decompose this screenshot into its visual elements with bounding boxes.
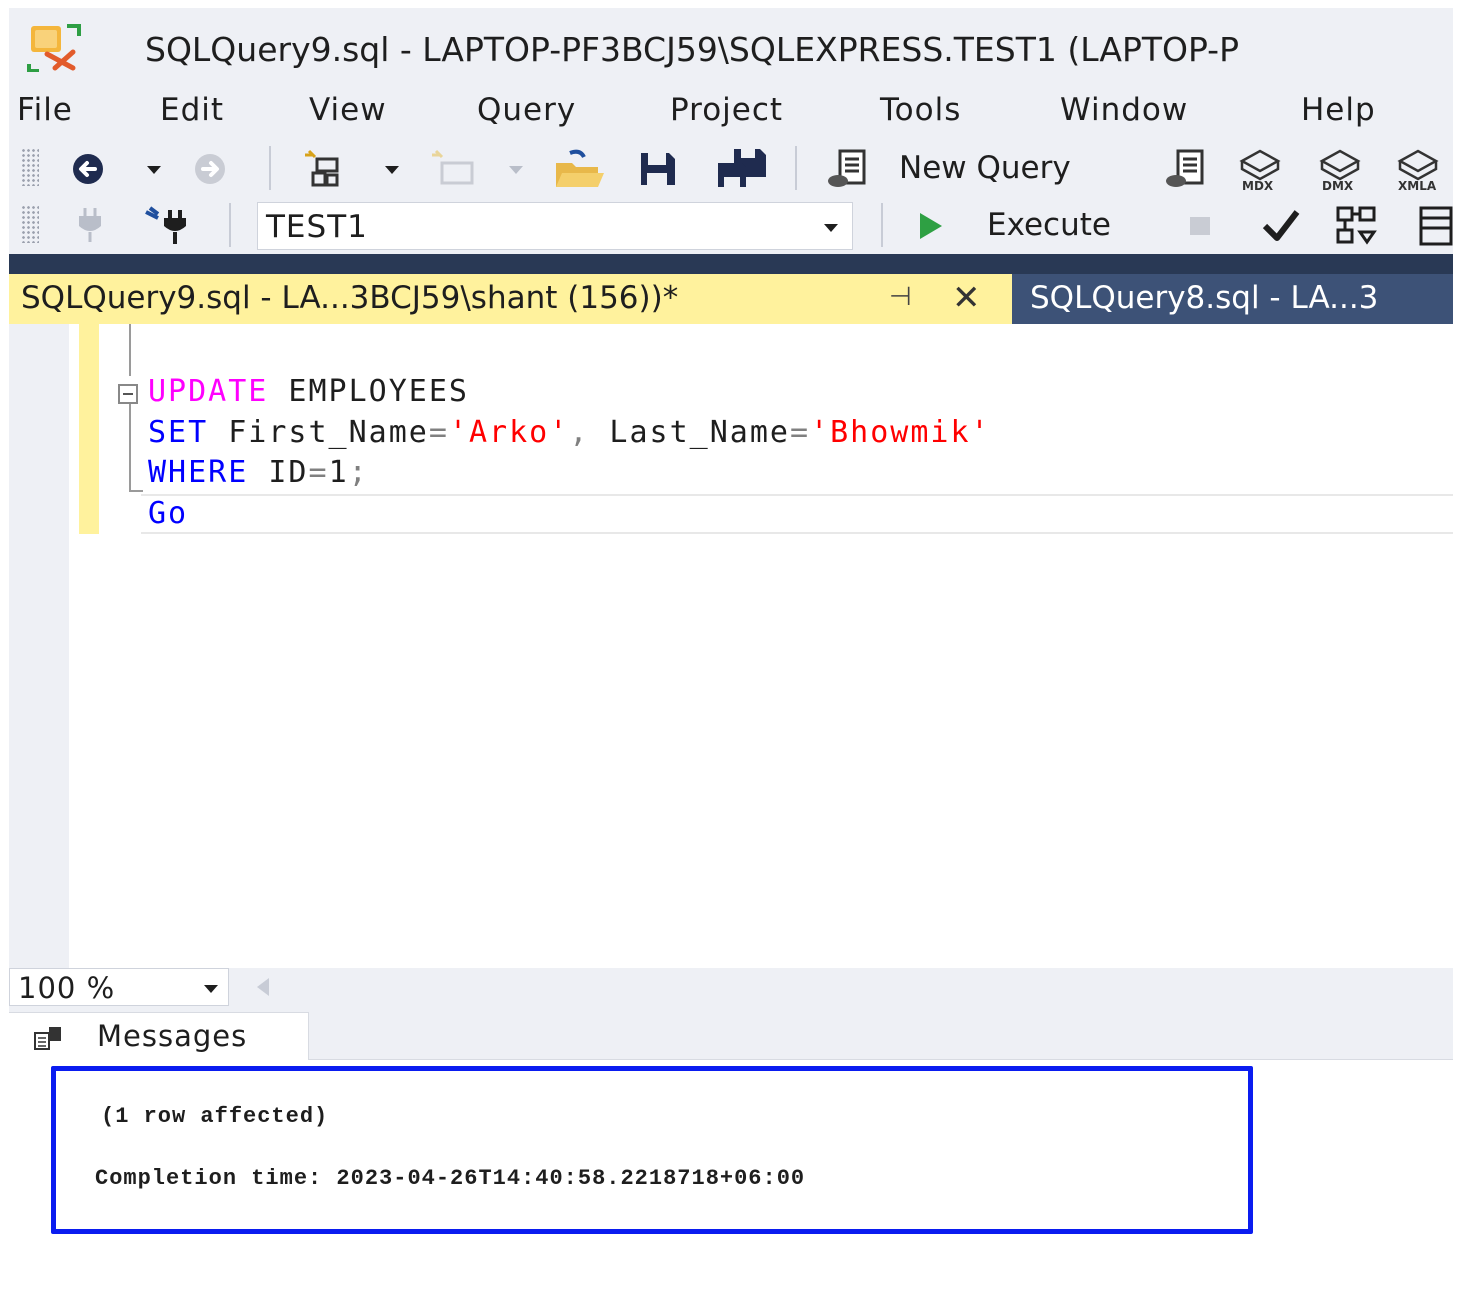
results-tab-bar: Messages [9, 1006, 1453, 1060]
toolbar-grip[interactable] [21, 148, 39, 186]
query-options-icon[interactable] [1413, 203, 1453, 249]
outline-guide [129, 324, 131, 376]
messages-tab-label: Messages [97, 1019, 248, 1053]
toolbar-grip[interactable] [21, 205, 39, 243]
add-item-icon[interactable] [429, 148, 477, 190]
new-project-icon[interactable] [301, 148, 345, 190]
selected-database: TEST1 [266, 209, 368, 245]
document-well-header [9, 254, 1453, 274]
mdx-query-icon[interactable]: MDX [1235, 146, 1285, 192]
tab-messages[interactable]: Messages [9, 1012, 309, 1060]
zoom-level: 100 % [18, 971, 116, 1005]
operator: , [569, 415, 590, 450]
menu-window[interactable]: Window [1060, 92, 1188, 128]
menu-help[interactable]: Help [1301, 92, 1376, 128]
execute-button[interactable]: Execute [987, 207, 1111, 243]
menu-project[interactable]: Project [670, 92, 783, 128]
tab-sqlquery8-label: SQLQuery8.sql - LA...3 [1030, 280, 1379, 316]
change-connection-icon[interactable] [143, 203, 201, 247]
outline-guide [129, 404, 131, 492]
string-literal: 'Arko' [448, 415, 570, 450]
completion-time-message: Completion time: 2023-04-26T14:40:58.221… [95, 1166, 806, 1191]
parse-checkmark-icon[interactable] [1259, 205, 1303, 247]
query-editor[interactable]: UPDATE EMPLOYEES SET First_Name='Arko', … [9, 324, 1453, 968]
menu-tools[interactable]: Tools [880, 92, 961, 128]
xmla-query-icon[interactable]: XMLA [1393, 146, 1443, 192]
display-estimated-plan-icon[interactable] [1333, 203, 1381, 249]
save-icon[interactable] [635, 148, 679, 190]
close-icon[interactable]: ✕ [952, 278, 981, 318]
dmx-query-icon[interactable]: DMX [1315, 146, 1365, 192]
keyword: SET [148, 415, 209, 450]
tab-sqlquery9[interactable]: SQLQuery9.sql - LA...3BCJ59\shant (156))… [9, 274, 1012, 324]
code-line-1: UPDATE EMPLOYEES [148, 374, 469, 409]
tab-sqlquery9-label: SQLQuery9.sql - LA...3BCJ59\shant (156))… [21, 280, 679, 316]
code-line-3: WHERE ID=1; [148, 455, 369, 490]
pin-icon[interactable]: ⊣ [889, 282, 912, 312]
identifier: First_Name [208, 415, 429, 450]
keyword: UPDATE [148, 374, 269, 409]
cancel-query-icon[interactable] [1185, 213, 1215, 239]
standard-toolbar: New Query MDX DMX XMLA [9, 140, 1453, 197]
sql-editor-toolbar: TEST1 Execute [9, 197, 1453, 254]
string-literal: 'Bhowmik' [810, 415, 991, 450]
identifier: ID [248, 455, 309, 490]
available-databases-combo[interactable]: TEST1 [257, 202, 853, 250]
menu-bar: File Edit View Query Project Tools Windo… [9, 84, 1453, 140]
add-item-dropdown-icon[interactable] [509, 166, 523, 174]
code-line-4: Go [148, 496, 188, 531]
identifier: Last_Name [589, 415, 790, 450]
execute-play-icon[interactable] [913, 207, 949, 245]
new-query-icon[interactable] [825, 148, 875, 190]
database-engine-query-icon[interactable] [1163, 148, 1213, 190]
messages-icon [33, 1025, 63, 1051]
chevron-down-icon[interactable] [204, 985, 218, 993]
zoom-bar: 100 % [9, 968, 1453, 1006]
open-file-icon[interactable] [553, 148, 607, 190]
code-line-2: SET First_Name='Arko', Last_Name='Bhowmi… [148, 415, 991, 450]
document-tab-bar: SQLQuery9.sql - LA...3BCJ59\shant (156))… [9, 274, 1453, 324]
menu-query[interactable]: Query [477, 92, 576, 128]
operator: = [308, 455, 329, 490]
chevron-down-icon[interactable] [824, 224, 838, 232]
back-icon[interactable] [69, 150, 107, 188]
outline-end [129, 490, 143, 492]
menu-view[interactable]: View [309, 92, 387, 128]
keyword: Go [148, 496, 189, 531]
forward-icon[interactable] [191, 150, 229, 188]
menu-file[interactable]: File [17, 92, 73, 128]
back-dropdown-icon[interactable] [147, 166, 161, 174]
identifier: EMPLOYEES [268, 374, 469, 409]
operator: = [428, 415, 449, 450]
window-title: SQLQuery9.sql - LAPTOP-PF3BCJ59\SQLEXPRE… [145, 30, 1239, 69]
menu-edit[interactable]: Edit [160, 92, 224, 128]
unsaved-change-bar [79, 324, 99, 534]
operator: ; [348, 455, 369, 490]
ssms-window: SQLQuery9.sql - LAPTOP-PF3BCJ59\SQLEXPRE… [9, 8, 1453, 1315]
zoom-combo[interactable]: 100 % [9, 968, 229, 1006]
title-bar: SQLQuery9.sql - LAPTOP-PF3BCJ59\SQLEXPRE… [9, 8, 1453, 84]
new-project-dropdown-icon[interactable] [385, 166, 399, 174]
dmx-label: DMX [1322, 179, 1354, 191]
results-pane: Messages (1 row affected) Completion tim… [9, 1006, 1453, 1315]
connect-icon[interactable] [73, 205, 107, 245]
current-line-highlight [141, 494, 1453, 534]
highlight-box [51, 1066, 1253, 1234]
new-query-label[interactable]: New Query [899, 150, 1071, 186]
mdx-label: MDX [1242, 179, 1274, 191]
tab-sqlquery8[interactable]: SQLQuery8.sql - LA...3 [1012, 274, 1453, 324]
keyword: WHERE [148, 455, 249, 490]
scroll-left-icon[interactable] [257, 978, 269, 996]
editor-gutter [9, 324, 69, 968]
number-literal: 1 [328, 455, 349, 490]
rows-affected-message: (1 row affected) [101, 1104, 329, 1129]
xmla-label: XMLA [1398, 179, 1437, 191]
collapse-icon[interactable] [118, 384, 138, 404]
save-all-icon[interactable] [713, 146, 771, 190]
operator: = [790, 415, 811, 450]
ssms-logo-icon [27, 24, 81, 73]
